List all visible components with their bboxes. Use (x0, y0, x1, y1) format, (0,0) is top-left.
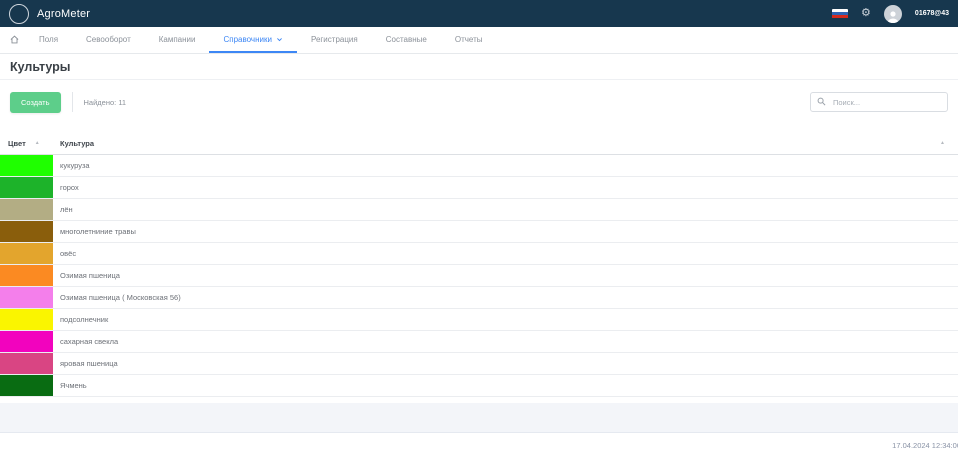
page-title: Культуры (10, 59, 71, 74)
crop-name: яровая пшеница (60, 359, 118, 368)
crop-name: Ячмень (60, 381, 87, 390)
crop-color-swatch (0, 221, 53, 242)
crop-color-swatch (0, 309, 53, 330)
found-count-label: Найдено: 11 (83, 97, 127, 107)
table-row[interactable]: сахарная свекла (0, 331, 958, 353)
crop-name: Озимая пшеница (60, 271, 120, 280)
toolbar: Создать Найдено: 11 (0, 80, 958, 124)
table-row[interactable]: кукуруза (0, 155, 958, 177)
crop-color-swatch (0, 177, 53, 198)
footer-timestamp: 17.04.2024 12:34:00 (892, 441, 958, 450)
chevron-down-icon (277, 37, 282, 41)
crop-name: горох (60, 183, 79, 192)
column-header-color[interactable]: Цвет ▲ (0, 139, 53, 148)
nav-tab-label: Справочники (223, 34, 272, 44)
crop-name: сахарная свекла (60, 337, 119, 346)
crop-color-swatch (0, 353, 53, 374)
table-header: Цвет ▲ Культура ▲ (0, 132, 958, 155)
main-nav: Поля Севооборот Кампании Справочники Рег… (0, 27, 958, 54)
crops-table: Цвет ▲ Культура ▲ кукуруза горох лён многол… (0, 132, 958, 397)
crop-color-swatch (0, 243, 53, 264)
top-navbar: AgroMeter ⚙ 01678@43 (0, 0, 958, 27)
nav-tab-directories[interactable]: Справочники (209, 27, 297, 53)
table-row[interactable]: лён (0, 199, 958, 221)
nav-tab-crop-rotation[interactable]: Севооборот (72, 27, 145, 53)
crop-name: лён (60, 205, 73, 214)
crop-color-swatch (0, 265, 53, 286)
settings-gear-icon[interactable]: ⚙ (861, 8, 871, 19)
table-row[interactable]: Озимая пшеница (0, 265, 958, 287)
crop-color-swatch (0, 331, 53, 352)
user-avatar[interactable] (883, 4, 902, 23)
crop-color-swatch (0, 287, 53, 308)
table-row[interactable]: подсолнечник (0, 309, 958, 331)
crop-name: Озимая пшеница ( Московская 56) (60, 293, 181, 302)
flag-stripe-red (832, 15, 849, 19)
column-header-label: Цвет (8, 138, 26, 148)
title-bar: Культуры (0, 54, 958, 80)
username-label: 01678@43 (914, 10, 949, 17)
search-input[interactable] (810, 92, 948, 113)
app-title: AgroMeter (37, 7, 91, 20)
nav-tab-campaigns[interactable]: Кампании (145, 27, 210, 53)
table-body: кукуруза горох лён многолетниние травы овёс О… (0, 155, 958, 397)
sort-indicator-icon: ▲ (940, 140, 945, 146)
column-header-label: Культура (60, 138, 95, 148)
toolbar-divider (71, 92, 73, 112)
table-row[interactable]: многолетниние травы (0, 221, 958, 243)
page-background-band (0, 403, 958, 433)
footer: 17.04.2024 12:34:00 (0, 433, 958, 455)
sort-asc-icon: ▲ (34, 139, 40, 146)
nav-tab-reports[interactable]: Отчеты (441, 27, 497, 53)
column-header-crop[interactable]: Культура (53, 139, 94, 148)
create-button[interactable]: Создать (10, 91, 61, 113)
language-flag-icon[interactable] (832, 8, 849, 19)
search-icon (817, 97, 826, 106)
table-row[interactable]: Озимая пшеница ( Московская 56) (0, 287, 958, 309)
crop-color-swatch (0, 199, 53, 220)
app-brand[interactable]: AgroMeter (9, 3, 91, 24)
nav-tab-registration[interactable]: Регистрация (297, 27, 372, 53)
table-row[interactable]: горох (0, 177, 958, 199)
crop-name: подсолнечник (60, 315, 109, 324)
home-icon (10, 35, 19, 43)
table-row[interactable]: овёс (0, 243, 958, 265)
nav-tab-fields[interactable]: Поля (25, 27, 72, 53)
nav-tab-composites[interactable]: Составные (372, 27, 441, 53)
crop-name: овёс (60, 249, 77, 258)
table-row[interactable]: Ячмень (0, 375, 958, 397)
person-icon (887, 10, 899, 23)
crop-name: кукуруза (60, 161, 90, 170)
app-logo-icon (9, 3, 29, 24)
crop-color-swatch (0, 375, 53, 396)
crop-color-swatch (0, 155, 53, 176)
home-nav-item[interactable] (10, 27, 25, 53)
crop-name: многолетниние травы (60, 227, 136, 236)
table-row[interactable]: яровая пшеница (0, 353, 958, 375)
